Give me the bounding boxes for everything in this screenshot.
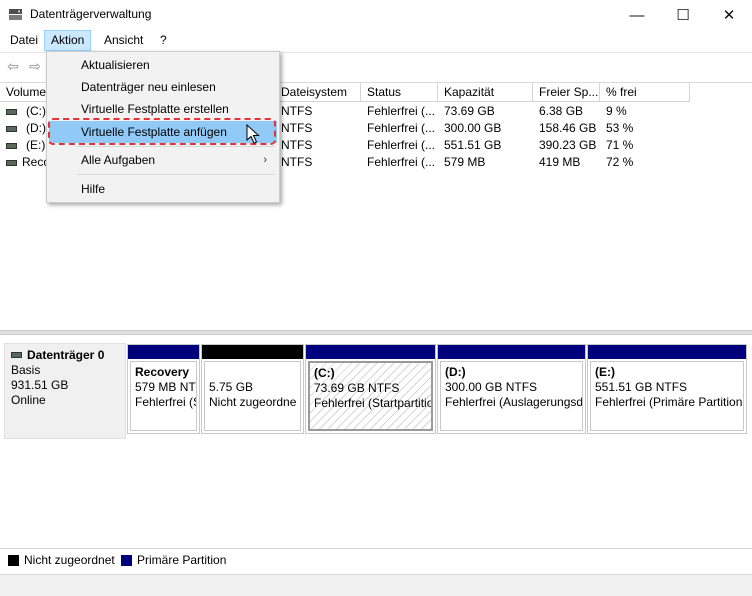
minimize-button[interactable]: — — [614, 0, 660, 30]
partition-bar — [202, 345, 303, 359]
partition-size: 300.00 GB NTFS — [445, 380, 538, 394]
column-header-percent-free[interactable]: % frei — [600, 83, 690, 102]
menu-item-all-tasks[interactable]: Alle Aufgaben › — [49, 149, 277, 171]
volume-filesystem: NTFS — [281, 121, 313, 135]
column-header-capacity[interactable]: Kapazität — [438, 83, 533, 102]
forward-arrow-icon[interactable]: ⇨ — [26, 57, 44, 75]
volume-free-space: 6.38 GB — [539, 104, 584, 118]
column-header-status[interactable]: Status — [361, 83, 438, 102]
menu-item-label: Alle Aufgaben — [81, 153, 156, 167]
column-header-free-space[interactable]: Freier Sp... — [533, 83, 600, 102]
menu-item-create-vhd[interactable]: Virtuelle Festplatte erstellen — [49, 98, 277, 120]
menu-aktion[interactable]: Aktion — [44, 30, 92, 51]
disk-management-app-icon — [9, 9, 22, 20]
mouse-cursor-icon — [246, 124, 260, 144]
menu-bar: Datei Aktion Ansicht ? — [0, 30, 752, 51]
volume-percent-free: 72 % — [606, 155, 634, 169]
menu-item-refresh[interactable]: Aktualisieren — [49, 54, 277, 76]
volume-capacity: 73.69 GB — [444, 104, 495, 118]
menu-separator — [77, 174, 275, 175]
legend-label: Nicht zugeordnet — [24, 553, 115, 567]
disk-name: Datenträger 0 — [27, 348, 105, 362]
volume-free-space: 390.23 GB — [539, 138, 597, 152]
partition-body: (C:) 73.69 GB NTFS Fehlerfrei (Startpart… — [308, 361, 433, 431]
menu-help[interactable]: ? — [154, 30, 173, 51]
back-arrow-icon[interactable]: ⇦ — [4, 57, 22, 75]
partition-bar — [128, 345, 199, 359]
pane-splitter[interactable] — [0, 330, 752, 335]
partition-unallocated[interactable]: 5.75 GB Nicht zugeordne — [201, 344, 304, 434]
volume-filesystem: NTFS — [281, 138, 313, 152]
partition-c[interactable]: (C:) 73.69 GB NTFS Fehlerfrei (Startpart… — [305, 344, 436, 434]
partition-e[interactable]: (E:) 551.51 GB NTFS Fehlerfrei (Primäre … — [587, 344, 747, 434]
legend-primary: Primäre Partition — [121, 554, 226, 567]
partition-body: (D:) 300.00 GB NTFS Fehlerfrei (Auslager… — [440, 361, 583, 431]
legend-label: Primäre Partition — [137, 553, 227, 567]
volume-icon — [6, 109, 17, 115]
partition-bar — [306, 345, 435, 359]
volume-percent-free: 53 % — [606, 121, 634, 135]
maximize-button[interactable]: ☐ — [660, 0, 706, 30]
partition-title: (E:) — [595, 365, 615, 379]
volume-free-space: 158.46 GB — [539, 121, 597, 135]
partition-body: Recovery 579 MB NTFS Fehlerfrei (S — [130, 361, 197, 431]
volume-filesystem: NTFS — [281, 155, 313, 169]
volume-status: Fehlerfrei (... — [367, 138, 436, 152]
menu-item-rescan-disks[interactable]: Datenträger neu einlesen — [49, 76, 277, 98]
disk-size: 931.51 GB — [11, 378, 69, 392]
partition-status: Fehlerfrei (S — [135, 395, 197, 409]
menu-item-help[interactable]: Hilfe — [49, 178, 277, 200]
partition-status: Fehlerfrei (Auslagerungsd — [445, 395, 583, 409]
partition-bar — [588, 345, 746, 359]
partition-status: Fehlerfrei (Primäre Partition — [595, 395, 743, 409]
partition-bar — [438, 345, 585, 359]
legend-swatch-unallocated — [8, 555, 19, 566]
disk-type: Basis — [11, 363, 41, 377]
disk-state: Online — [11, 393, 46, 407]
partition-size: 551.51 GB NTFS — [595, 380, 688, 394]
title-bar: Datenträgerverwaltung — ☐ ✕ — [0, 0, 752, 30]
partition-status: Fehlerfrei (Startpartitio — [314, 396, 433, 410]
menu-ansicht[interactable]: Ansicht — [98, 30, 149, 51]
menu-datei[interactable]: Datei — [4, 30, 44, 51]
disk-name-row: Datenträger 0 — [11, 348, 119, 363]
volume-status: Fehlerfrei (... — [367, 104, 436, 118]
partition-title: (C:) — [314, 366, 335, 380]
partition-size: 579 MB NTFS — [135, 380, 196, 394]
partition-d[interactable]: (D:) 300.00 GB NTFS Fehlerfrei (Auslager… — [437, 344, 586, 434]
column-header-filesystem[interactable]: Dateisystem — [275, 83, 361, 102]
disk-layout-pane: Datenträger 0 Basis 931.51 GB Online Rec… — [0, 336, 752, 546]
disk-icon — [11, 352, 22, 358]
legend-swatch-primary — [121, 555, 132, 566]
menu-separator — [77, 146, 275, 147]
partition-body: 5.75 GB Nicht zugeordne — [204, 361, 301, 431]
partition-title: (D:) — [445, 365, 466, 379]
highlight-annotation-box — [48, 118, 276, 145]
partition-title — [209, 365, 296, 380]
volume-capacity: 579 MB — [444, 155, 486, 169]
volume-free-space: 419 MB — [539, 155, 581, 169]
partition-body: (E:) 551.51 GB NTFS Fehlerfrei (Primäre … — [590, 361, 744, 431]
partition-size: 73.69 GB NTFS — [314, 381, 400, 395]
volume-percent-free: 9 % — [606, 104, 627, 118]
legend: Nicht zugeordnet Primäre Partition — [0, 548, 752, 572]
partition-recovery[interactable]: Recovery 579 MB NTFS Fehlerfrei (S — [127, 344, 200, 434]
chevron-right-icon: › — [263, 154, 267, 166]
window-title: Datenträgerverwaltung — [30, 7, 152, 21]
volume-icon — [6, 126, 17, 132]
volume-percent-free: 71 % — [606, 138, 634, 152]
volume-capacity: 300.00 GB — [444, 121, 502, 135]
legend-unallocated: Nicht zugeordnet — [8, 554, 115, 567]
status-bar — [0, 574, 752, 596]
disk-info-block[interactable]: Datenträger 0 Basis 931.51 GB Online — [4, 343, 126, 439]
close-button[interactable]: ✕ — [706, 0, 752, 30]
partition-status: Nicht zugeordne — [209, 395, 297, 409]
volume-status: Fehlerfrei (... — [367, 121, 436, 135]
partition-title: Recovery — [135, 365, 190, 379]
volume-icon — [6, 143, 17, 149]
volume-capacity: 551.51 GB — [444, 138, 502, 152]
volume-status: Fehlerfrei (... — [367, 155, 436, 169]
volume-filesystem: NTFS — [281, 104, 313, 118]
partition-size: 5.75 GB — [209, 380, 254, 394]
